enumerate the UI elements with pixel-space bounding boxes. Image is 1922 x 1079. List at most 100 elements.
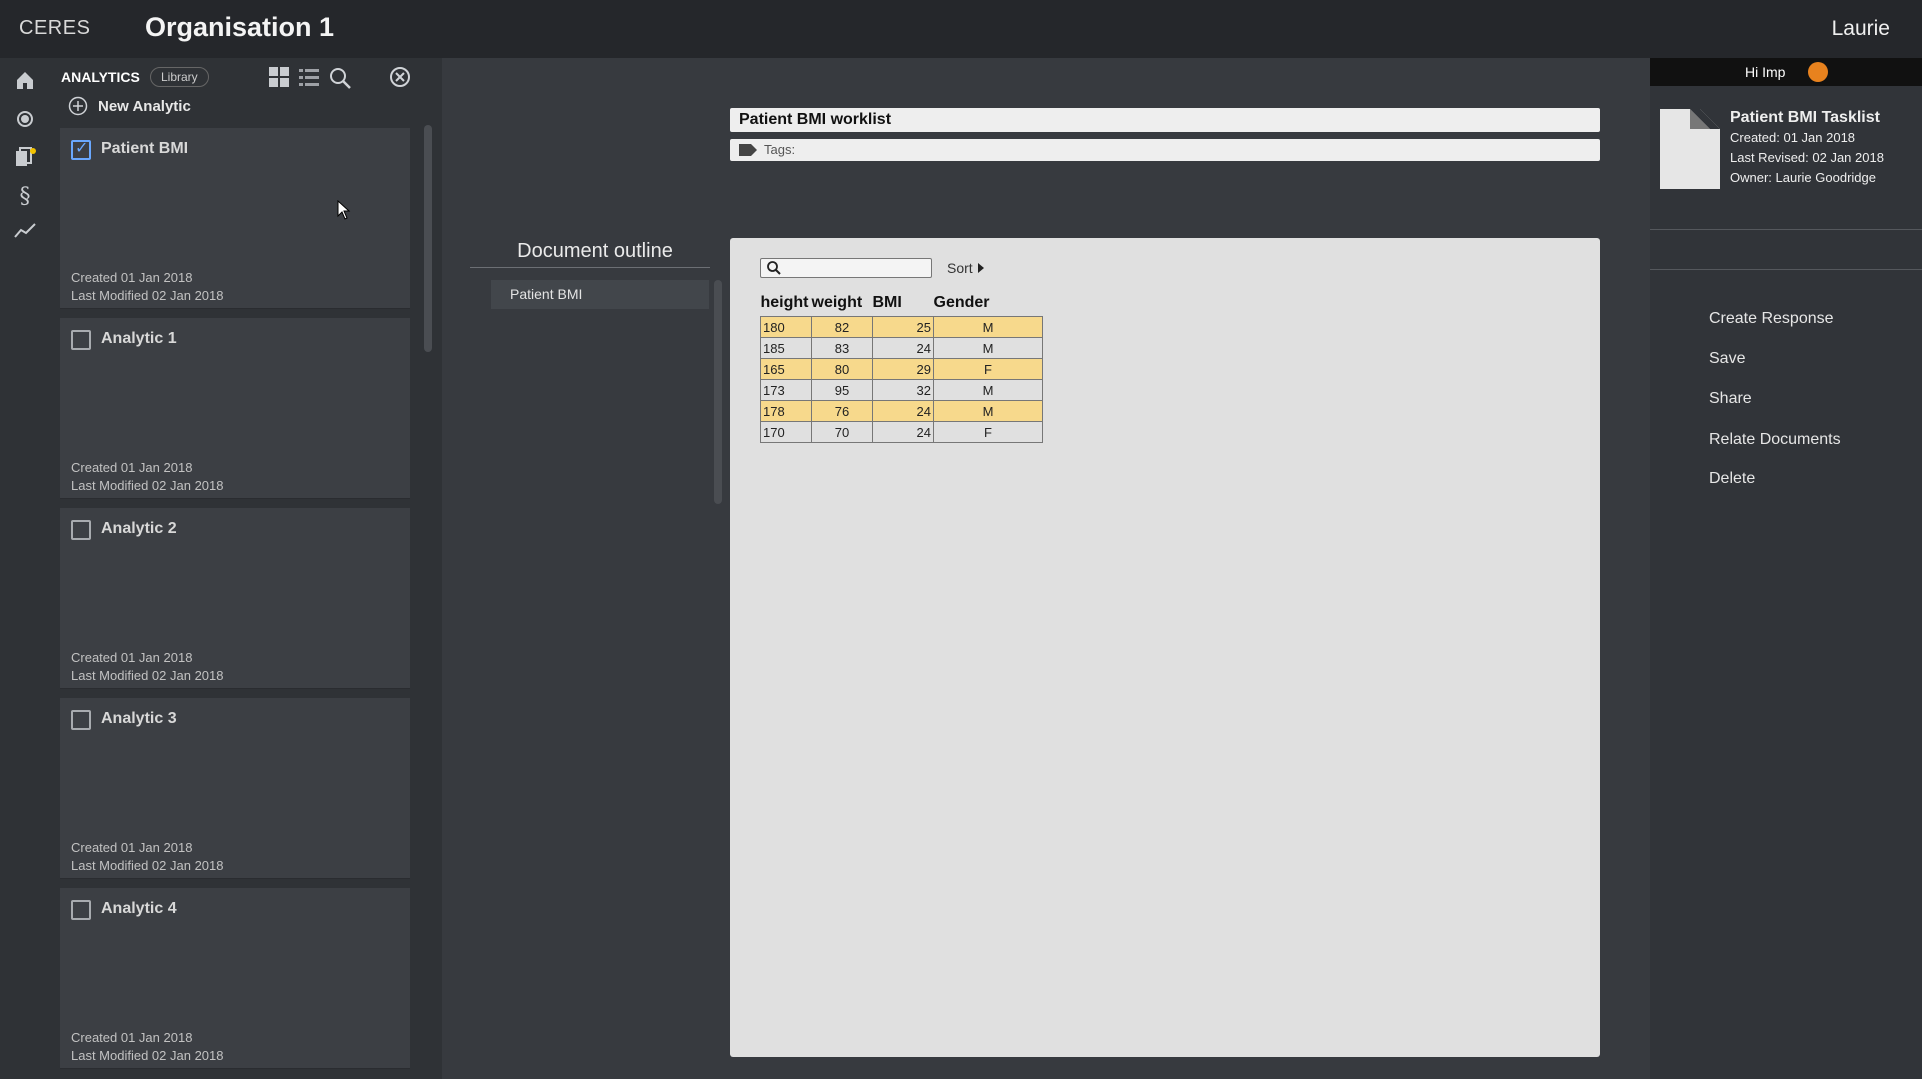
table-cell: 24	[872, 337, 934, 359]
card-meta: Created 01 Jan 2018 Last Modified 02 Jan…	[71, 1029, 224, 1065]
home-icon[interactable]	[13, 68, 37, 92]
divider	[1650, 229, 1922, 230]
card-checkbox[interactable]	[71, 520, 91, 540]
card-meta: Created 01 Jan 2018 Last Modified 02 Jan…	[71, 839, 224, 875]
documents-icon[interactable]	[13, 145, 37, 169]
card-modified: Last Modified 02 Jan 2018	[71, 1048, 224, 1063]
table-cell: F	[933, 358, 1043, 380]
close-panel-icon[interactable]	[389, 66, 413, 90]
table-row[interactable]: 180 82 25 M	[760, 316, 1043, 338]
table-cell: 185	[760, 337, 812, 359]
document-owner: Owner: Laurie Goodridge	[1730, 170, 1876, 185]
analytic-card[interactable]: Patient BMI Created 01 Jan 2018 Last Mod…	[60, 128, 410, 309]
new-analytic-button[interactable]: New Analytic	[68, 96, 191, 116]
card-modified: Last Modified 02 Jan 2018	[71, 858, 224, 873]
tags-field[interactable]: Tags:	[730, 139, 1600, 161]
list-view-icon[interactable]	[298, 66, 322, 90]
user-name[interactable]: Laurie	[1832, 17, 1890, 41]
table-cell: 82	[811, 316, 873, 338]
card-title: Analytic 4	[101, 900, 177, 917]
greeting-bar: Hi Imp	[1650, 58, 1922, 86]
table-row[interactable]: 173 95 32 M	[760, 379, 1043, 401]
tag-icon	[739, 144, 757, 156]
analytic-card[interactable]: Analytic 3 Created 01 Jan 2018 Last Modi…	[60, 698, 410, 879]
table-cell: 180	[760, 316, 812, 338]
card-title: Analytic 2	[101, 520, 177, 537]
table-cell: 76	[811, 400, 873, 422]
document-name-field[interactable]: Patient BMI worklist	[730, 108, 1600, 132]
table-cell: 83	[811, 337, 873, 359]
table-cell: 173	[760, 379, 812, 401]
grid-view-icon[interactable]	[268, 66, 292, 90]
table-cell: 80	[811, 358, 873, 380]
card-checkbox[interactable]	[71, 710, 91, 730]
card-title: Analytic 3	[101, 710, 177, 727]
table-search-input[interactable]	[760, 258, 932, 278]
outline-scrollbar[interactable]	[714, 280, 722, 504]
table-row[interactable]: 170 70 24 F	[760, 421, 1043, 443]
table-cell: 70	[811, 421, 873, 443]
card-checkbox[interactable]	[71, 900, 91, 920]
divider	[1650, 269, 1922, 270]
section-icon[interactable]: §	[13, 184, 37, 209]
table-cell: 178	[760, 400, 812, 422]
table-cell: M	[933, 379, 1043, 401]
card-checkbox[interactable]	[71, 330, 91, 350]
outline-divider	[470, 267, 710, 268]
tags-label: Tags:	[764, 142, 796, 157]
table-cell: 24	[872, 421, 934, 443]
card-meta: Created 01 Jan 2018 Last Modified 02 Jan…	[71, 459, 224, 495]
add-circle-icon	[68, 96, 88, 116]
outline-title: Document outline	[517, 240, 673, 262]
card-modified: Last Modified 02 Jan 2018	[71, 288, 224, 303]
card-modified: Last Modified 02 Jan 2018	[71, 668, 224, 683]
analytic-card[interactable]: Analytic 2 Created 01 Jan 2018 Last Modi…	[60, 508, 410, 689]
library-button[interactable]: Library	[150, 67, 209, 87]
document-title: Patient BMI Tasklist	[1730, 109, 1880, 126]
create-response-button[interactable]: Create Response	[1709, 310, 1834, 328]
delete-button[interactable]: Delete	[1709, 470, 1755, 488]
share-button[interactable]: Share	[1709, 390, 1752, 408]
avatar[interactable]	[1808, 62, 1828, 82]
card-created: Created 01 Jan 2018	[71, 840, 193, 855]
bmi-table: height weight BMI Gender 180 82 25 M 185…	[760, 293, 1043, 443]
table-cell: 32	[872, 379, 934, 401]
document-content: Sort height weight BMI Gender 180 82 25 …	[730, 238, 1600, 1057]
table-cell: 95	[811, 379, 873, 401]
sort-button[interactable]: Sort	[947, 260, 985, 276]
table-cell: F	[933, 421, 1043, 443]
column-header[interactable]: Gender	[934, 293, 1043, 317]
table-row[interactable]: 165 80 29 F	[760, 358, 1043, 380]
sort-label: Sort	[947, 260, 973, 276]
document-details-panel: Hi Imp Patient BMI Tasklist Created: 01 …	[1650, 58, 1922, 1079]
card-created: Created 01 Jan 2018	[71, 1030, 193, 1045]
search-icon[interactable]	[328, 66, 352, 90]
outline-item-patient-bmi[interactable]: Patient BMI	[491, 280, 709, 309]
table-cell: 24	[872, 400, 934, 422]
analytics-trend-icon[interactable]	[13, 218, 37, 242]
globe-icon[interactable]	[13, 107, 37, 131]
card-meta: Created 01 Jan 2018 Last Modified 02 Jan…	[71, 269, 224, 305]
app-brand[interactable]: CERES	[19, 17, 90, 40]
card-title: Analytic 1	[101, 330, 177, 347]
new-analytic-label: New Analytic	[98, 97, 191, 115]
save-button[interactable]: Save	[1709, 350, 1745, 368]
column-header[interactable]: height	[761, 293, 812, 317]
card-meta: Created 01 Jan 2018 Last Modified 02 Jan…	[71, 649, 224, 685]
table-header-row: height weight BMI Gender	[761, 293, 1043, 317]
search-icon	[767, 261, 781, 275]
icon-rail: §	[0, 58, 50, 1079]
caret-right-icon	[977, 263, 984, 273]
analytic-card[interactable]: Analytic 1 Created 01 Jan 2018 Last Modi…	[60, 318, 410, 499]
document-created: Created: 01 Jan 2018	[1730, 130, 1856, 145]
table-row[interactable]: 178 76 24 M	[760, 400, 1043, 422]
card-checkbox[interactable]	[71, 138, 91, 160]
card-list-scrollbar[interactable]	[424, 125, 432, 352]
mouse-cursor-icon	[337, 200, 351, 220]
analytic-card[interactable]: Analytic 4 Created 01 Jan 2018 Last Modi…	[60, 888, 410, 1069]
column-header[interactable]: weight	[812, 293, 873, 317]
table-row[interactable]: 185 83 24 M	[760, 337, 1043, 359]
column-header[interactable]: BMI	[873, 293, 934, 317]
table-cell: 165	[760, 358, 812, 380]
relate-documents-button[interactable]: Relate Documents	[1709, 431, 1841, 449]
